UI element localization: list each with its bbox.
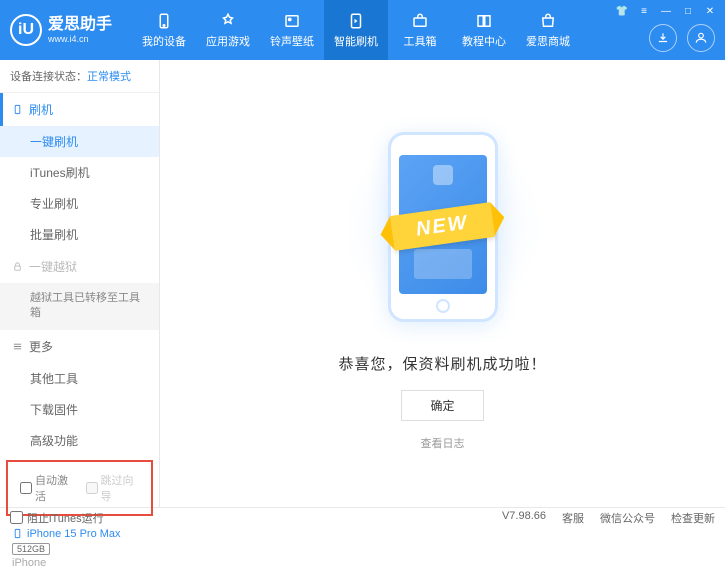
sidebar-item-batch[interactable]: 批量刷机 — [0, 219, 159, 250]
confirm-button[interactable]: 确定 — [401, 390, 483, 421]
header-actions — [649, 24, 715, 52]
close-icon[interactable]: ✕ — [703, 4, 717, 18]
shop-icon — [539, 12, 557, 30]
toolbox-icon — [411, 12, 429, 30]
footer-link-support[interactable]: 客服 — [562, 510, 584, 526]
app-header: iU 爱思助手 www.i4.cn 我的设备 应用游戏 铃声壁纸 智能刷机 工具… — [0, 0, 725, 60]
device-name[interactable]: iPhone 15 Pro Max — [12, 528, 147, 540]
section-flash[interactable]: 刷机 — [0, 93, 159, 126]
lock-icon — [12, 261, 23, 272]
jailbreak-note: 越狱工具已转移至工具箱 — [0, 283, 159, 330]
nav-tutorials[interactable]: 教程中心 — [452, 0, 516, 60]
flash-icon — [347, 12, 365, 30]
main-content: NEW 恭喜您，保资料刷机成功啦！ 确定 查看日志 — [160, 60, 725, 507]
phone-small-icon — [12, 104, 23, 115]
logo: iU 爱思助手 www.i4.cn — [10, 14, 112, 46]
sidebar-item-pro[interactable]: 专业刷机 — [0, 188, 159, 219]
main-nav: 我的设备 应用游戏 铃声壁纸 智能刷机 工具箱 教程中心 爱思商城 — [132, 0, 580, 60]
sidebar-item-itunes[interactable]: iTunes刷机 — [0, 157, 159, 188]
minimize-icon[interactable]: — — [659, 4, 673, 18]
nav-shop[interactable]: 爱思商城 — [516, 0, 580, 60]
logo-url: www.i4.cn — [48, 34, 112, 44]
list-icon — [12, 341, 23, 352]
nav-ringtones[interactable]: 铃声壁纸 — [260, 0, 324, 60]
sidebar-item-advanced[interactable]: 高级功能 — [0, 425, 159, 456]
phone-tiny-icon — [12, 528, 23, 539]
tshirt-icon[interactable]: 👕 — [615, 4, 629, 18]
device-info: iPhone 15 Pro Max 512GB iPhone — [0, 520, 159, 577]
phone-icon — [155, 12, 173, 30]
user-button[interactable] — [687, 24, 715, 52]
nav-toolbox[interactable]: 工具箱 — [388, 0, 452, 60]
device-type: iPhone — [12, 557, 147, 569]
menu-icon[interactable]: ≡ — [637, 4, 651, 18]
skip-guide-checkbox[interactable]: 跳过向导 — [86, 472, 140, 504]
view-log-link[interactable]: 查看日志 — [421, 435, 465, 451]
window-controls: 👕 ≡ — □ ✕ — [615, 4, 717, 18]
download-button[interactable] — [649, 24, 677, 52]
sidebar-item-download[interactable]: 下载固件 — [0, 394, 159, 425]
sidebar-item-other[interactable]: 其他工具 — [0, 363, 159, 394]
nav-flash[interactable]: 智能刷机 — [324, 0, 388, 60]
sidebar: 设备连接状态：正常模式 刷机 一键刷机 iTunes刷机 专业刷机 批量刷机 一… — [0, 60, 160, 507]
section-jailbreak: 一键越狱 — [0, 250, 159, 283]
block-itunes-checkbox[interactable]: 阻止iTunes运行 — [10, 510, 104, 526]
version-label: V7.98.66 — [502, 510, 546, 526]
logo-icon: iU — [10, 14, 42, 46]
sidebar-item-oneclick[interactable]: 一键刷机 — [0, 126, 159, 157]
image-icon — [283, 12, 301, 30]
auto-activate-checkbox[interactable]: 自动激活 — [20, 472, 74, 504]
app-icon — [219, 12, 237, 30]
storage-badge: 512GB — [12, 543, 50, 555]
nav-my-device[interactable]: 我的设备 — [132, 0, 196, 60]
footer-link-wechat[interactable]: 微信公众号 — [600, 510, 655, 526]
footer-link-update[interactable]: 检查更新 — [671, 510, 715, 526]
download-icon — [656, 31, 670, 45]
section-more[interactable]: 更多 — [0, 330, 159, 363]
user-icon — [694, 31, 708, 45]
logo-title: 爱思助手 — [48, 16, 112, 34]
success-message: 恭喜您，保资料刷机成功啦！ — [338, 353, 546, 374]
nav-apps[interactable]: 应用游戏 — [196, 0, 260, 60]
maximize-icon[interactable]: □ — [681, 4, 695, 18]
success-illustration: NEW — [363, 117, 523, 337]
device-status: 设备连接状态：正常模式 — [0, 60, 159, 93]
book-icon — [475, 12, 493, 30]
options-row: 自动激活 跳过向导 — [6, 460, 153, 516]
